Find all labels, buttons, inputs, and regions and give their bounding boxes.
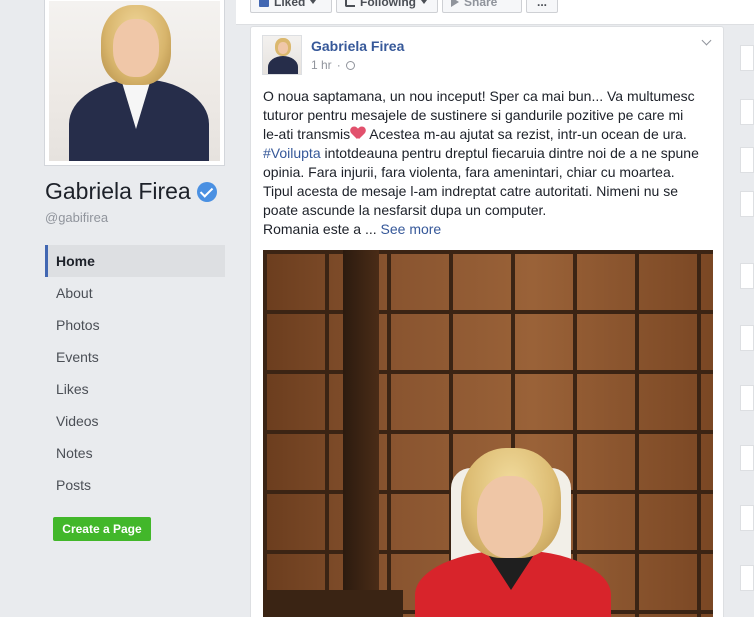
post-line: Tipul acesta de mesaje l-am indreptat ca… <box>263 183 679 199</box>
right-column <box>735 25 754 617</box>
nav-item-photos[interactable]: Photos <box>45 309 225 341</box>
right-widget[interactable] <box>740 385 754 411</box>
right-widget[interactable] <box>740 45 754 71</box>
verified-badge-icon <box>196 181 217 202</box>
post-body: O noua saptamana, un nou inceput! Sper c… <box>263 87 715 239</box>
share-button[interactable]: Share <box>442 0 522 13</box>
nav-item-posts[interactable]: Posts <box>45 469 225 501</box>
nav-item-home[interactable]: Home <box>45 245 225 277</box>
liked-button[interactable]: Liked <box>250 0 332 13</box>
post-line: opinia. Fara injurii, fara violenta, far… <box>263 164 675 180</box>
right-widget[interactable] <box>740 99 754 125</box>
right-widget[interactable] <box>740 565 754 591</box>
following-button[interactable]: Following <box>336 0 438 13</box>
page-action-bar: Liked Following Share ... <box>236 0 754 25</box>
right-widget[interactable] <box>740 263 754 289</box>
more-button[interactable]: ... <box>526 0 558 13</box>
photo-face <box>477 476 543 558</box>
right-widget[interactable] <box>740 505 754 531</box>
caret-down-icon <box>310 0 317 4</box>
thumbs-up-icon <box>259 0 269 7</box>
share-label: Share <box>464 0 498 9</box>
post-line: O noua saptamana, un nou inceput! Sper c… <box>263 88 695 104</box>
post-line: tuturor pentru mesajele de sustinere si … <box>263 107 684 123</box>
heart-icon <box>351 127 365 140</box>
post-line: #Voilupta intotdeauna pentru dreptul fie… <box>263 144 715 163</box>
right-widget[interactable] <box>740 191 754 217</box>
post-line: poate ascunde la nesfarsit dupa un compu… <box>263 202 547 218</box>
liked-label: Liked <box>274 0 306 9</box>
right-widget[interactable] <box>740 325 754 351</box>
photo-face <box>113 19 159 77</box>
post-card: Gabriela Firea 1 hr · O noua saptamana, … <box>250 26 724 617</box>
page-handle: @gabifirea <box>45 210 109 225</box>
post-photo[interactable] <box>263 250 713 617</box>
post-text-segment: Acestea m-au ajutat sa rezist, intr-un o… <box>366 126 687 142</box>
hashtag-link[interactable]: #Voilupta <box>263 145 321 161</box>
post-text-segment: Romania este a ... <box>263 221 381 237</box>
page-name-text[interactable]: Gabriela Firea <box>45 178 191 205</box>
post-timestamp[interactable]: 1 hr <box>311 58 332 72</box>
avatar-face <box>278 42 288 54</box>
caret-down-icon <box>421 0 427 4</box>
right-widget[interactable] <box>740 445 754 471</box>
left-column: Gabriela Firea @gabifirea Home About Pho… <box>0 0 236 617</box>
post-author-avatar[interactable] <box>262 35 302 75</box>
post-author-name[interactable]: Gabriela Firea <box>311 38 404 54</box>
post-meta: 1 hr · <box>311 58 355 72</box>
post-text-segment: intotdeauna pentru dreptul fiecaruia din… <box>320 145 699 161</box>
see-more-link[interactable]: See more <box>381 221 442 237</box>
share-icon <box>451 0 459 7</box>
page-title[interactable]: Gabriela Firea <box>45 178 217 205</box>
separator: · <box>336 58 341 72</box>
page-nav: Home About Photos Events Likes Videos No… <box>45 245 225 501</box>
profile-picture[interactable] <box>44 0 225 166</box>
right-widget[interactable] <box>740 147 754 173</box>
post-text-segment: le-ati transmis <box>263 126 351 142</box>
rss-icon <box>345 0 355 7</box>
nav-item-notes[interactable]: Notes <box>45 437 225 469</box>
photo-desk <box>263 590 403 617</box>
post-line: Romania este a ... See more <box>263 220 715 239</box>
globe-icon <box>345 60 355 70</box>
nav-item-events[interactable]: Events <box>45 341 225 373</box>
create-page-button[interactable]: Create a Page <box>53 517 151 541</box>
post-line: le-ati transmis Acestea m-au ajutat sa r… <box>263 125 715 144</box>
profile-photo <box>49 1 220 161</box>
avatar-body <box>268 56 298 74</box>
nav-item-videos[interactable]: Videos <box>45 405 225 437</box>
following-label: Following <box>360 0 416 9</box>
nav-item-about[interactable]: About <box>45 277 225 309</box>
post-options-chevron-icon[interactable] <box>702 37 712 47</box>
photo-bookshelf <box>343 250 379 617</box>
nav-item-likes[interactable]: Likes <box>45 373 225 405</box>
